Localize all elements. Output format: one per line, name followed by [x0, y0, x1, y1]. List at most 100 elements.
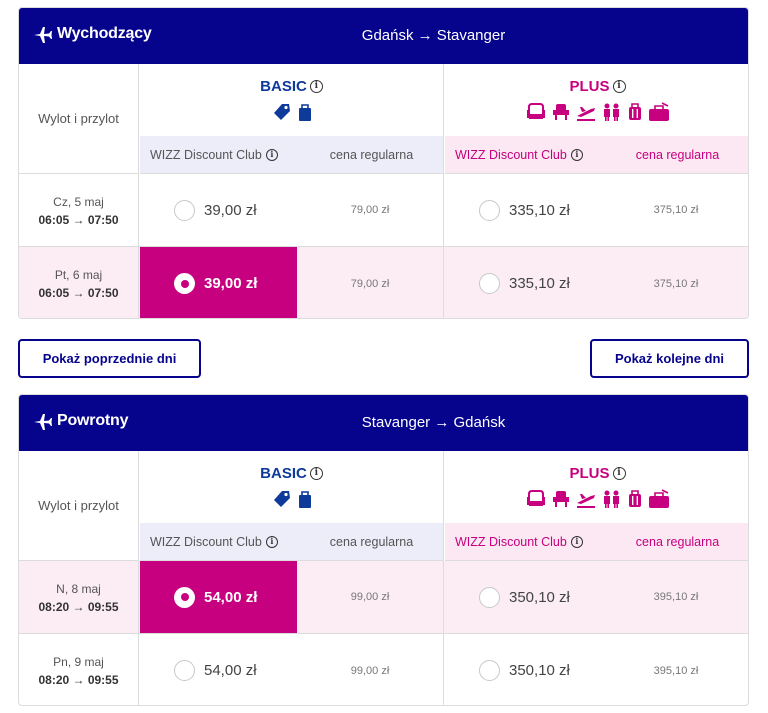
priority-boarding-icon [576, 107, 595, 121]
small-bag-icon [298, 491, 311, 508]
info-icon[interactable]: i [265, 535, 278, 548]
fare-radio-selected[interactable] [174, 273, 195, 294]
outbound-flight-panel: Wychodzący Gdańsk → Stavanger Wylot i pr… [18, 7, 749, 319]
flight-row: Pn, 9 maj 08:20 → 09:55 54,00 zł 99,00 zł… [19, 634, 748, 705]
next-days-button[interactable]: Pokaż kolejne dni [590, 339, 749, 378]
outbound-route: Gdańsk → Stavanger [361, 27, 506, 44]
plus-club-price-option[interactable]: 350,10 zł [445, 561, 602, 633]
info-icon[interactable]: i [265, 148, 278, 161]
fare-radio[interactable] [479, 586, 500, 608]
plus-club-price-option[interactable]: 350,10 zł [445, 634, 602, 705]
basic-fare-name: BASIC [260, 465, 307, 482]
info-icon[interactable]: i [309, 80, 323, 93]
price: 54,00 zł [204, 662, 257, 679]
info-icon[interactable]: i [612, 467, 626, 480]
fare-radio[interactable] [479, 273, 500, 294]
plus-club-price-option[interactable]: 335,10 zł [445, 174, 602, 246]
price: 54,00 zł [204, 588, 258, 606]
flight-times: 06:05 → 07:50 [38, 213, 119, 227]
return-flight-panel: Powrotny Stavanger → Gdańsk Wylot i przy… [18, 394, 749, 706]
departure-arrival-label: Wylot i przylot [19, 451, 139, 561]
basic-fare-header: BASIC i [140, 64, 444, 136]
seat-selection-icon [552, 491, 569, 507]
basic-subheader: WIZZ Discount Club i cena regularna [140, 136, 444, 174]
flight-day: N, 8 maj [56, 582, 101, 596]
flight-date-cell: Cz, 5 maj 06:05 → 07:50 [19, 174, 139, 246]
previous-days-button[interactable]: Pokaż poprzednie dni [18, 339, 201, 378]
plus-club-price-option[interactable]: 335,10 zł [445, 247, 602, 318]
price: 350,10 zł [509, 662, 570, 679]
plus-subheader: WIZZ Discount Club i cena regularna [445, 136, 748, 174]
plus-fare-header: PLUS i [445, 451, 748, 523]
flight-times: 08:20 → 09:55 [38, 673, 119, 687]
flight-date-cell: N, 8 maj 08:20 → 09:55 [19, 561, 139, 633]
price: 39,00 zł [204, 275, 258, 292]
trolley-bag-icon [628, 490, 641, 507]
flight-day: Pt, 6 maj [54, 268, 103, 282]
plus-subheader: WIZZ Discount Club i cena regularna [445, 523, 748, 561]
price: 350,10 zł [509, 588, 570, 606]
fare-radio-selected[interactable] [174, 586, 195, 608]
basic-club-price-option[interactable]: 54,00 zł [140, 634, 297, 705]
checked-bag-icon [648, 489, 669, 508]
basic-regular-price: 79,00 zł [297, 174, 444, 246]
plus-regular-price: 375,10 zł [653, 204, 699, 216]
small-bag-icon [298, 104, 311, 121]
club-price-label: WIZZ Discount Club [455, 147, 567, 162]
fare-radio[interactable] [479, 660, 500, 681]
seat-selection-icon [552, 104, 569, 120]
outbound-header: Wychodzący Gdańsk → Stavanger [19, 8, 748, 64]
flight-times: 08:20 → 09:55 [38, 600, 119, 614]
fare-radio[interactable] [174, 660, 195, 681]
plus-fare-name: PLUS [569, 78, 610, 95]
flight-date-cell: Pt, 6 maj 06:05 → 07:50 [19, 247, 139, 318]
regular-price-label: cena regularna [635, 147, 720, 162]
price: 335,10 zł [509, 201, 570, 219]
info-icon[interactable]: i [570, 535, 583, 548]
departure-arrival-label: Wylot i przylot [19, 64, 139, 174]
flight-day: Cz, 5 maj [53, 195, 104, 209]
fare-radio[interactable] [174, 199, 195, 221]
basic-regular-price: 79,00 zł [297, 247, 444, 318]
check-in-icon [603, 490, 619, 508]
priority-boarding-icon [576, 494, 595, 508]
club-price-label: WIZZ Discount Club [455, 534, 567, 549]
regular-price-label: cena regularna [329, 534, 414, 549]
seat-icon [526, 103, 545, 119]
plus-regular-price: 395,10 zł [653, 664, 699, 677]
price: 39,00 zł [204, 201, 257, 219]
flight-times: 06:05 → 07:50 [38, 286, 119, 300]
check-in-icon [603, 103, 619, 121]
basic-fare-header: BASIC i [140, 451, 444, 523]
regular-price-label: cena regularna [329, 147, 414, 162]
seat-icon [526, 490, 545, 506]
basic-regular-price: 99,00 zł [297, 634, 444, 705]
plus-regular-price: 395,10 zł [653, 591, 699, 603]
basic-club-price-option-selected[interactable]: 54,00 zł [140, 561, 297, 633]
plus-regular-price: 375,10 zł [653, 277, 699, 290]
basic-club-price-option-selected[interactable]: 39,00 zł [140, 247, 297, 318]
info-icon[interactable]: i [612, 80, 626, 93]
fare-radio[interactable] [479, 199, 500, 221]
price-tag-icon [273, 104, 290, 120]
info-icon[interactable]: i [309, 467, 323, 480]
flight-day: Pn, 9 maj [53, 655, 104, 669]
return-route: Stavanger → Gdańsk [361, 414, 506, 431]
flight-row: Cz, 5 maj 06:05 → 07:50 39,00 zł 79,00 zł… [19, 174, 748, 247]
plus-fare-header: PLUS i [445, 64, 748, 136]
info-icon[interactable]: i [570, 148, 583, 161]
flight-row: Pt, 6 maj 06:05 → 07:50 39,00 zł 79,00 zł… [19, 247, 748, 318]
basic-fare-name: BASIC [260, 78, 307, 95]
flight-date-cell: Pn, 9 maj 08:20 → 09:55 [19, 634, 139, 705]
basic-regular-price: 99,00 zł [297, 561, 444, 633]
club-price-label: WIZZ Discount Club [150, 147, 262, 162]
basic-subheader: WIZZ Discount Club i cena regularna [140, 523, 444, 561]
club-price-label: WIZZ Discount Club [150, 534, 262, 549]
checked-bag-icon [648, 102, 669, 121]
basic-club-price-option[interactable]: 39,00 zł [140, 174, 297, 246]
plus-fare-name: PLUS [569, 465, 610, 482]
price: 335,10 zł [509, 275, 570, 292]
price-tag-icon [273, 491, 290, 507]
flight-row: N, 8 maj 08:20 → 09:55 54,00 zł 99,00 zł … [19, 561, 748, 634]
regular-price-label: cena regularna [635, 534, 720, 549]
